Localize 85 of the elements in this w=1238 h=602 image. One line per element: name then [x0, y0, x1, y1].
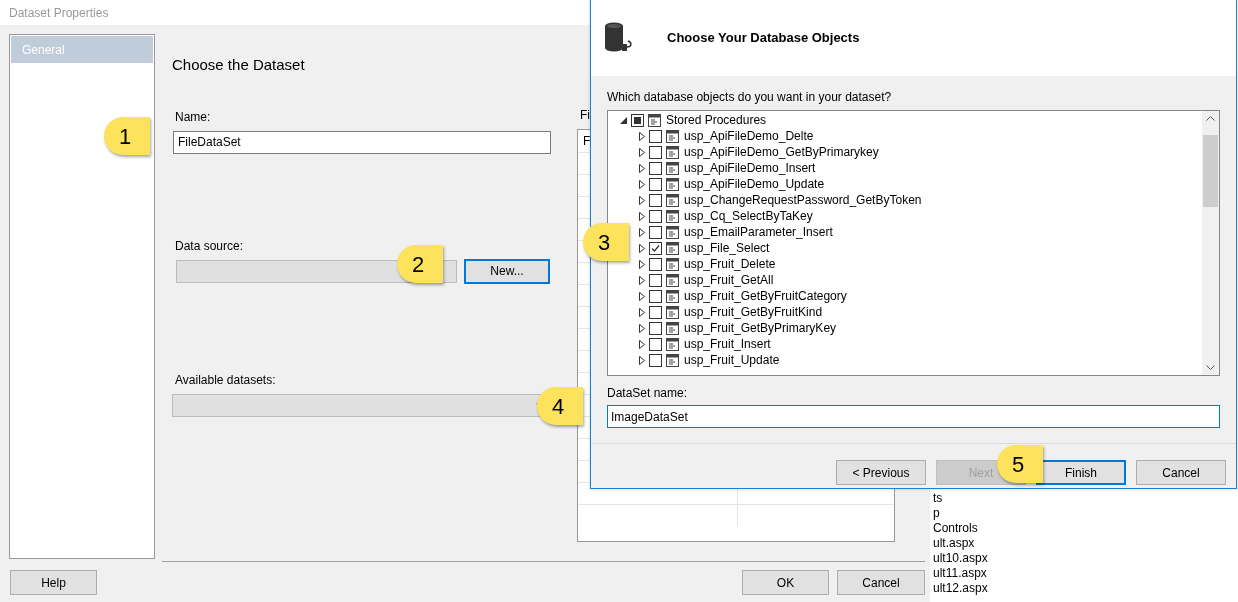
- checkbox[interactable]: [649, 321, 662, 335]
- dataset-name-label: DataSet name:: [607, 385, 689, 402]
- tree-item-label[interactable]: usp_ApiFileDemo_Insert: [684, 159, 816, 177]
- checkbox[interactable]: [649, 305, 662, 319]
- stored-procedure-icon: [666, 257, 679, 271]
- stored-procedure-icon: [666, 273, 679, 287]
- stored-procedure-icon: [666, 305, 679, 319]
- tree-item-label[interactable]: usp_Fruit_GetAll: [684, 271, 774, 289]
- wizard-button[interactable]: Finish: [1036, 460, 1126, 485]
- checkbox[interactable]: [649, 289, 662, 303]
- step-callout-tooltip: 3: [583, 223, 629, 261]
- stored-procedure-icon: [648, 113, 661, 127]
- tree-item-label[interactable]: usp_ApiFileDemo_Update: [684, 175, 825, 193]
- wizard-heading: Choose Your Database Objects: [667, 29, 860, 48]
- wizard-button[interactable]: Cancel: [1136, 460, 1226, 485]
- wizard-button[interactable]: < Previous: [836, 460, 926, 485]
- checkbox[interactable]: [649, 129, 662, 143]
- database-plug-icon: [604, 22, 634, 54]
- file-list-item[interactable]: ts: [933, 491, 943, 506]
- file-list-item[interactable]: ult12.aspx: [933, 581, 988, 596]
- file-list-item[interactable]: ult10.aspx: [933, 551, 988, 566]
- checkbox[interactable]: [631, 113, 644, 127]
- stored-procedure-icon: [666, 289, 679, 303]
- name-label: Name:: [175, 108, 212, 126]
- chevron-up-icon: [1206, 116, 1215, 121]
- tree-item-label[interactable]: usp_Cq_SelectByTaKey: [684, 207, 813, 225]
- checkbox[interactable]: [649, 145, 662, 159]
- dataset-name-input[interactable]: ImageDataSet: [607, 405, 1220, 428]
- tree-item-label[interactable]: usp_ApiFileDemo_GetByPrimarykey: [684, 143, 879, 161]
- step-callout-tooltip: 5: [997, 445, 1043, 483]
- checkbox[interactable]: [649, 225, 662, 239]
- file-list-item[interactable]: Controls: [933, 521, 978, 536]
- stored-procedure-icon: [666, 209, 679, 223]
- stored-procedure-icon: [666, 177, 679, 191]
- page-heading: Choose the Dataset: [172, 55, 306, 76]
- checkbox[interactable]: [649, 273, 662, 287]
- ok-button[interactable]: OK: [742, 570, 829, 596]
- scrollbar[interactable]: [1202, 111, 1219, 375]
- stored-procedure-icon: [666, 225, 679, 239]
- step-callout-tooltip: 2: [397, 245, 443, 283]
- step-callout-tooltip: 1: [104, 117, 150, 155]
- prompt-label: Which database objects do you want in your dataset?: [607, 89, 893, 106]
- cancel-button[interactable]: Cancel: [837, 570, 925, 596]
- expand-arrow-icon[interactable]: [620, 116, 627, 124]
- data-source-label: Data source:: [175, 237, 245, 255]
- tree-item-label[interactable]: Stored Procedures: [666, 111, 767, 129]
- tree-item-label[interactable]: usp_ApiFileDemo_Delte: [684, 127, 814, 145]
- stored-procedure-icon: [666, 241, 679, 255]
- available-datasets-label: Available datasets:: [175, 371, 277, 389]
- tree-item-label[interactable]: usp_Fruit_Insert: [684, 335, 771, 353]
- tree-item-label[interactable]: usp_Fruit_GetByPrimaryKey: [684, 319, 837, 337]
- window-title: Dataset Properties: [9, 4, 109, 22]
- stored-procedure-icon: [666, 193, 679, 207]
- checkbox[interactable]: [649, 161, 662, 175]
- help-button[interactable]: Help: [10, 570, 97, 596]
- file-list-item[interactable]: ult.aspx: [933, 536, 975, 551]
- tree-item-label[interactable]: usp_Fruit_Delete: [684, 255, 776, 273]
- stored-procedure-icon: [666, 145, 679, 159]
- checkbox[interactable]: [649, 257, 662, 271]
- tree-item-label[interactable]: usp_Fruit_GetByFruitKind: [684, 303, 823, 321]
- tree-item-label[interactable]: usp_Fruit_Update: [684, 351, 780, 369]
- checkbox[interactable]: [649, 193, 662, 207]
- tree-item-label[interactable]: usp_File_Select: [684, 239, 770, 257]
- checkbox[interactable]: [649, 177, 662, 191]
- stored-procedure-icon: [666, 337, 679, 351]
- checkbox[interactable]: [649, 241, 662, 255]
- chevron-down-icon: [1206, 365, 1215, 370]
- checkbox[interactable]: [649, 209, 662, 223]
- checkbox[interactable]: [649, 353, 662, 367]
- fields-label: Fi: [580, 107, 590, 125]
- stored-procedure-icon: [666, 129, 679, 143]
- checkbox[interactable]: [649, 337, 662, 351]
- tree-item-label[interactable]: usp_Fruit_GetByFruitCategory: [684, 287, 847, 305]
- step-callout-tooltip: 4: [537, 387, 583, 425]
- stored-procedure-icon: [666, 321, 679, 335]
- tree-item-label[interactable]: usp_EmailParameter_Insert: [684, 223, 833, 241]
- grid-header: F: [582, 133, 592, 151]
- file-list-item[interactable]: ult11.aspx: [933, 566, 987, 581]
- stored-procedure-icon: [666, 353, 679, 367]
- scrollbar-thumb[interactable]: [1203, 135, 1218, 207]
- stored-procedure-icon: [666, 161, 679, 175]
- file-list-item[interactable]: p: [933, 506, 940, 521]
- tree-item-label[interactable]: usp_ChangeRequestPassword_GetByToken: [684, 191, 922, 209]
- name-input[interactable]: FileDataSet: [173, 130, 551, 154]
- new-button[interactable]: New...: [464, 258, 550, 284]
